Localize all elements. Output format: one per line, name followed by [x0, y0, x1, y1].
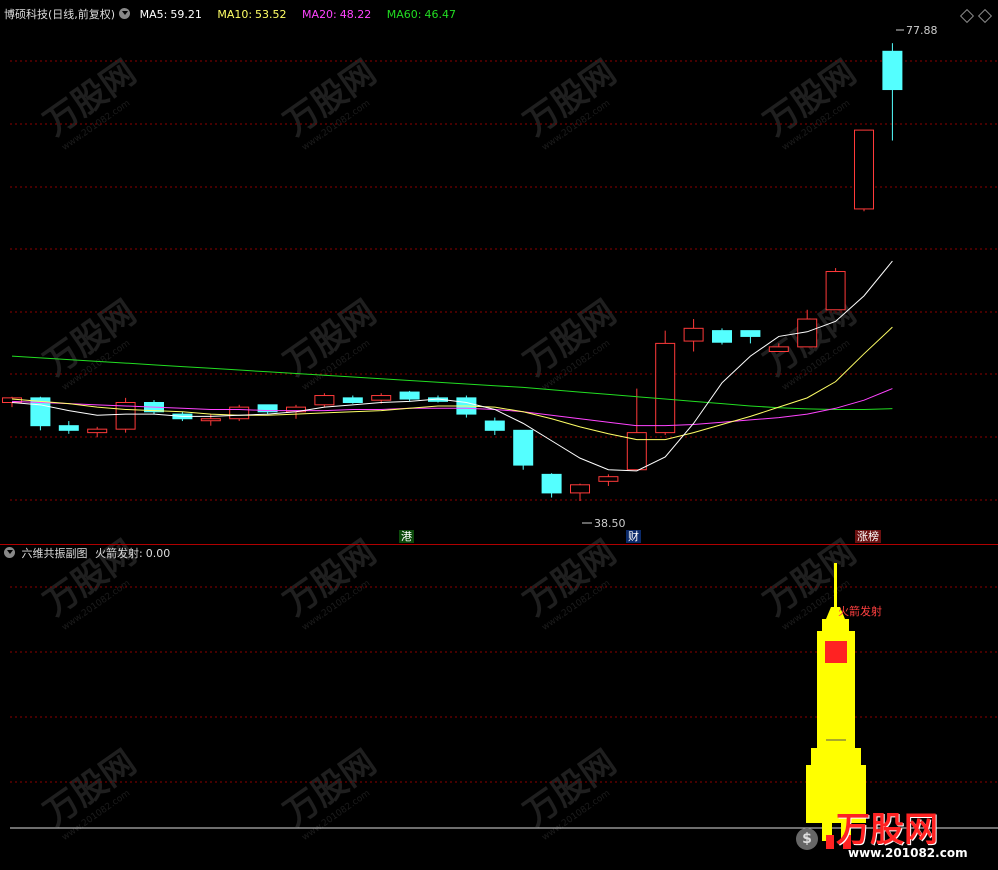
- candle-body: [541, 473, 562, 494]
- candle-19[interactable]: [541, 473, 562, 498]
- candle-body: [484, 420, 505, 431]
- event-tag-limit-up[interactable]: 涨榜: [855, 530, 881, 543]
- price-gridlines: [10, 60, 998, 501]
- candle-20[interactable]: [570, 483, 590, 502]
- candle-body: [513, 429, 534, 466]
- candle-body: [229, 406, 250, 420]
- candle-body: [768, 346, 789, 353]
- candle-body: [371, 395, 392, 401]
- candle-2[interactable]: [58, 421, 79, 434]
- candle-body: [570, 484, 590, 494]
- candle-body: [712, 330, 732, 343]
- candle-31[interactable]: [882, 43, 903, 141]
- ma5-line: [11, 260, 893, 472]
- moving-average-lines: [11, 260, 893, 472]
- candle-9[interactable]: [257, 404, 278, 415]
- candlestick-chart[interactable]: 77.88 38.50: [0, 0, 998, 545]
- candle-body: [683, 327, 704, 342]
- candle-12[interactable]: [342, 395, 363, 404]
- candle-11[interactable]: [314, 393, 335, 408]
- candle-17[interactable]: [484, 417, 505, 435]
- candle-25[interactable]: [712, 328, 732, 345]
- watermark-logo: 万股网 www.201082.com $: [796, 800, 996, 866]
- candle-body: [655, 342, 676, 434]
- candle-24[interactable]: [683, 319, 704, 352]
- stock-chart-window: 博硕科技(日线,前复权) MA5: 59.21 MA10: 53.52 MA20: 4…: [0, 0, 998, 870]
- candle-body: [58, 425, 79, 431]
- candle-27[interactable]: [768, 343, 789, 353]
- logo-url: www.201082.com: [848, 846, 968, 860]
- rocket-label: 火箭发射: [838, 604, 882, 618]
- candle-body: [854, 129, 874, 210]
- event-tag-finance[interactable]: 财: [626, 530, 641, 543]
- ma20-line: [11, 388, 893, 427]
- candle-23[interactable]: [655, 330, 676, 435]
- candle-body: [598, 476, 619, 482]
- candle-body: [200, 418, 221, 422]
- candle-28[interactable]: [797, 309, 818, 348]
- candles-layer: [2, 43, 903, 502]
- candle-body: [825, 271, 846, 311]
- candle-body: [314, 395, 335, 406]
- candle-body: [740, 330, 761, 337]
- candle-body: [399, 391, 420, 400]
- logo-text: 万股网: [836, 810, 938, 850]
- candle-14[interactable]: [399, 390, 420, 402]
- candle-30[interactable]: [854, 129, 874, 212]
- candle-8[interactable]: [229, 404, 250, 422]
- candle-3[interactable]: [87, 426, 108, 438]
- candle-29[interactable]: [825, 268, 846, 311]
- ma60-line: [11, 355, 893, 410]
- low-price-label: 38.50: [594, 517, 626, 530]
- event-tag-hk[interactable]: 港: [399, 530, 414, 543]
- candle-22[interactable]: [626, 388, 647, 471]
- candle-4[interactable]: [115, 397, 136, 433]
- candle-body: [882, 50, 903, 91]
- candle-21[interactable]: [598, 474, 619, 486]
- logo-dollar-icon: $: [796, 828, 818, 850]
- candle-body: [87, 428, 108, 434]
- candle-26[interactable]: [740, 330, 761, 344]
- candle-body: [342, 397, 363, 404]
- candle-18[interactable]: [513, 429, 534, 470]
- high-price-label: 77.88: [906, 24, 938, 37]
